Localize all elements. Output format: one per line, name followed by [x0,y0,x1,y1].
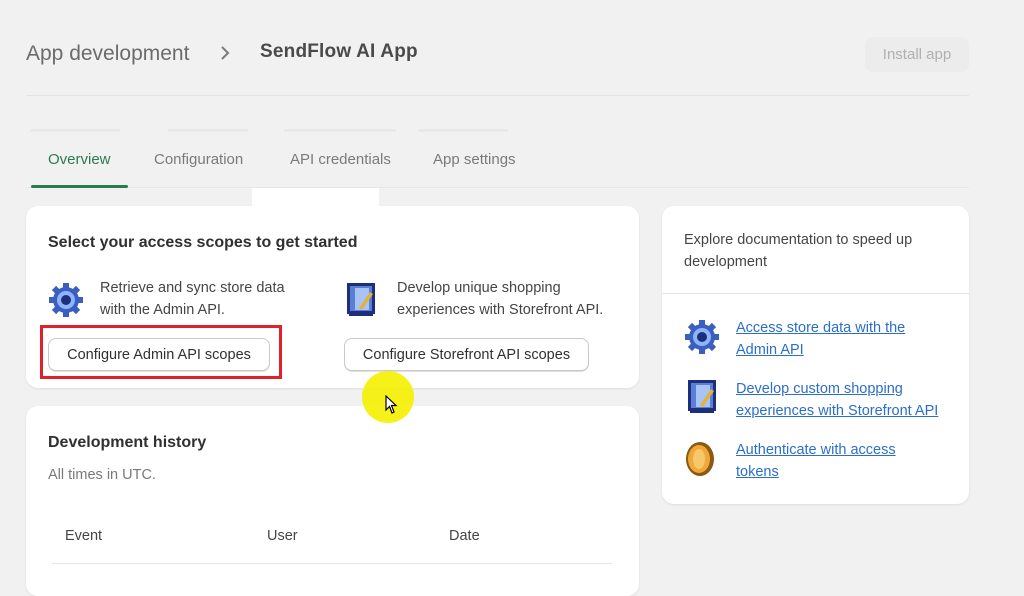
tab-overview[interactable]: Overview [48,151,111,168]
storefront-icon [688,380,716,413]
tab-hover-highlight [252,188,379,206]
configure-storefront-api-scopes-button[interactable]: Configure Storefront API scopes [344,338,589,371]
storefront-api-description-line: Develop unique shopping [397,280,561,296]
doc-link-line[interactable]: Access store data with the [736,317,961,339]
token-icon [686,442,714,476]
doc-link-line[interactable]: Authenticate with access [736,439,961,461]
install-app-button[interactable]: Install app [865,37,969,72]
access-scopes-heading: Select your access scopes to get started [48,234,358,251]
mouse-pointer-icon [385,395,398,414]
storefront-api-description: Develop unique shopping experiences with… [397,277,603,321]
tab-api-credentials[interactable]: API credentials [290,151,391,168]
doc-link-line[interactable]: experiences with Storefront API [736,400,961,422]
doc-link-line[interactable]: Admin API [736,339,961,361]
development-history-heading: Development history [48,434,207,451]
tabs-divider [26,187,969,188]
active-tab-indicator [31,185,128,188]
timezone-note: All times in UTC. [48,467,156,483]
doc-link-admin-api[interactable]: Access store data with the Admin API [736,317,961,361]
admin-api-description: Retrieve and sync store data with the Ad… [100,277,285,321]
table-header-divider [52,563,612,564]
storefront-icon [347,283,375,316]
tab-decoration [30,129,120,132]
tab-configuration[interactable]: Configuration [154,151,243,168]
gear-icon [49,283,83,317]
storefront-api-description-line: experiences with Storefront API. [397,302,604,318]
doc-link-line[interactable]: tokens [736,461,961,483]
header-divider [26,95,969,96]
admin-api-description-line: Retrieve and sync store data [100,280,285,296]
column-header-event: Event [65,528,103,544]
tab-decoration [418,129,508,132]
documentation-intro-line: Explore documentation to speed up [684,232,913,248]
tab-app-settings[interactable]: App settings [433,151,516,168]
documentation-divider [662,293,969,294]
breadcrumb-app-development[interactable]: App development [26,42,189,66]
documentation-intro: Explore documentation to speed up develo… [684,229,912,273]
tab-decoration [284,129,396,132]
documentation-intro-line: development [684,254,768,270]
chevron-right-icon [221,46,230,60]
annotation-highlight-box [40,325,282,379]
column-header-user: User [267,528,298,544]
column-header-date: Date [449,528,480,544]
gear-icon [685,320,719,354]
admin-api-description-line: with the Admin API. [100,302,225,318]
page-title: SendFlow AI App [260,41,418,62]
doc-link-storefront-api[interactable]: Develop custom shopping experiences with… [736,378,961,422]
doc-link-line[interactable]: Develop custom shopping [736,378,961,400]
doc-link-access-tokens[interactable]: Authenticate with access tokens [736,439,961,483]
tab-decoration [168,129,248,132]
